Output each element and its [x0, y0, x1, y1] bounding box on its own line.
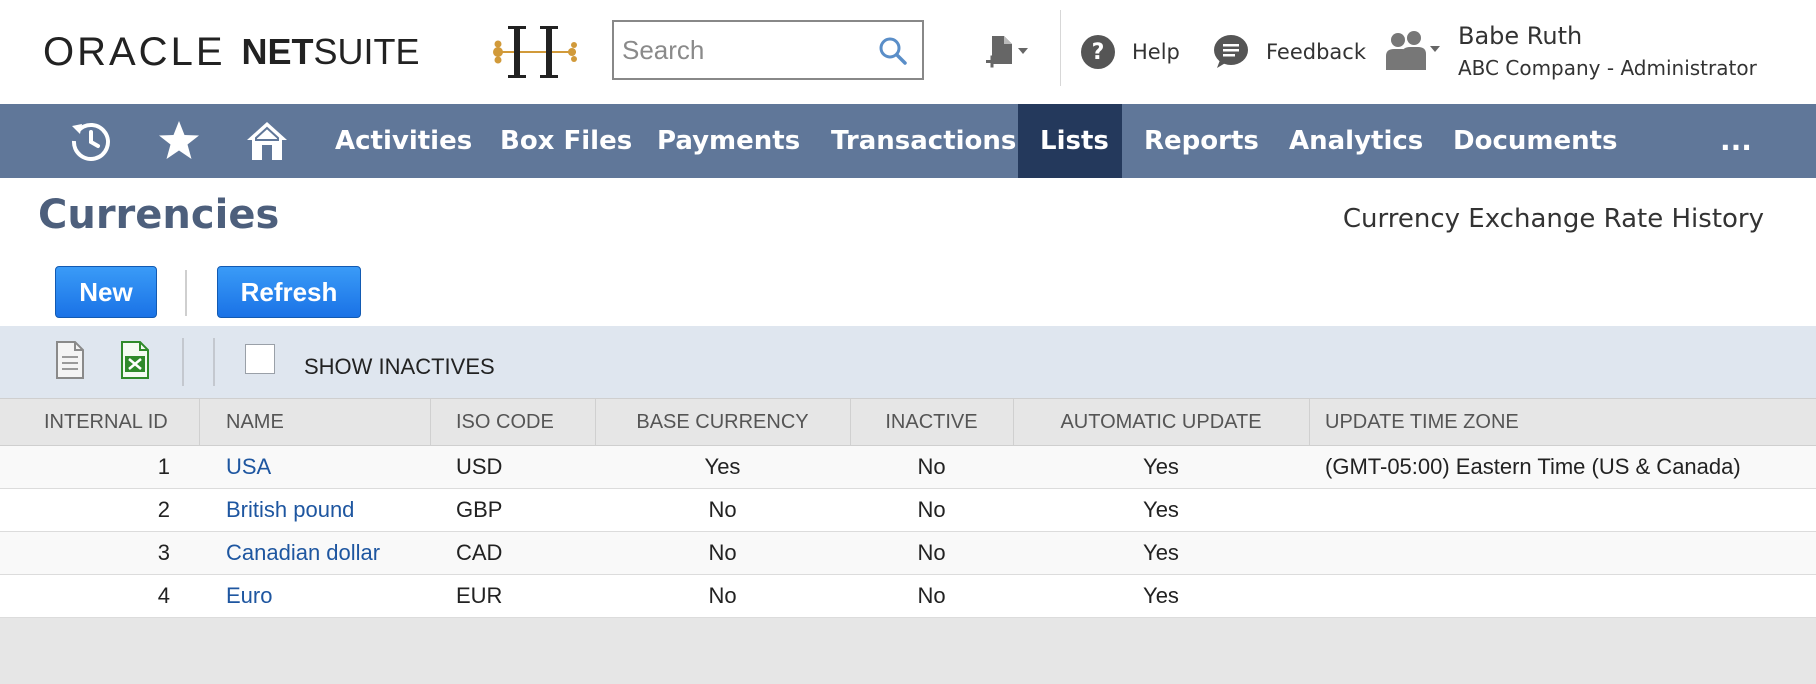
- cell-internal-id: 1: [157, 454, 170, 479]
- header-divider: [1060, 10, 1061, 86]
- excel-export-icon[interactable]: [118, 340, 152, 380]
- nav-box-files[interactable]: Box Files: [478, 104, 654, 178]
- cell-iso-code: CAD: [456, 540, 503, 565]
- column-header-inactive[interactable]: INACTIVE: [850, 399, 1013, 445]
- column-header-iso-code[interactable]: ISO CODE: [456, 399, 554, 445]
- currency-name-link[interactable]: Euro: [226, 575, 272, 617]
- cell-internal-id: 2: [157, 497, 170, 522]
- logo-oracle-text: ORACLE: [43, 29, 226, 74]
- cell-update-time-zone: (GMT-05:00) Eastern Time (US & Canada): [1325, 454, 1741, 479]
- list-toolbar: SHOW INACTIVES: [0, 326, 1816, 398]
- svg-text:?: ?: [1092, 40, 1105, 65]
- search-icon[interactable]: [878, 36, 908, 66]
- table-row: 4 Euro EUR No No Yes: [0, 575, 1816, 618]
- column-header-automatic-update[interactable]: AUTOMATIC UPDATE: [1013, 399, 1309, 445]
- nav-documents[interactable]: Documents: [1431, 104, 1640, 178]
- table-row: 3 Canadian dollar CAD No No Yes: [0, 532, 1816, 575]
- shortcuts-star-icon[interactable]: [156, 118, 202, 164]
- help-link[interactable]: ? Help: [1080, 32, 1180, 72]
- currency-name-link[interactable]: USA: [226, 446, 271, 488]
- nav-reports[interactable]: Reports: [1122, 104, 1281, 178]
- recent-records-icon[interactable]: [68, 118, 114, 164]
- new-record-icon: [986, 36, 1028, 68]
- nav-activities[interactable]: Activities: [313, 104, 494, 178]
- cell-inactive: No: [917, 497, 946, 522]
- cell-base-currency: No: [708, 497, 737, 522]
- column-header-name[interactable]: NAME: [226, 399, 284, 445]
- column-header-update-time-zone[interactable]: UPDATE TIME ZONE: [1325, 399, 1519, 445]
- page-header-area: Currencies Currency Exchange Rate Histor…: [0, 178, 1816, 326]
- table-header: INTERNAL ID NAME ISO CODE BASE CURRENCY …: [0, 398, 1816, 446]
- home-icon[interactable]: [244, 118, 290, 164]
- help-icon: ?: [1081, 35, 1115, 69]
- cell-base-currency: No: [708, 583, 737, 608]
- cell-iso-code: GBP: [456, 497, 503, 522]
- currency-exchange-rate-history-link[interactable]: Currency Exchange Rate History: [1343, 204, 1764, 234]
- page-title: Currencies: [38, 192, 280, 238]
- create-new-menu[interactable]: [984, 34, 1034, 74]
- nav-lists[interactable]: Lists: [1018, 104, 1122, 178]
- table-row: 1 USA USD Yes No Yes (GMT-05:00) Eastern…: [0, 446, 1816, 489]
- oracle-netsuite-logo[interactable]: ORACLE NETSUITE: [43, 30, 420, 74]
- nav-payments[interactable]: Payments: [635, 104, 822, 178]
- document-print-icon[interactable]: [53, 340, 87, 380]
- button-divider: [185, 270, 187, 316]
- logo-netsuite-text: NETSUITE: [242, 31, 420, 73]
- column-header-internal-id[interactable]: INTERNAL ID: [44, 399, 168, 445]
- logo-suite-text: SUITE: [313, 31, 420, 72]
- nav-analytics[interactable]: Analytics: [1267, 104, 1445, 178]
- cell-automatic-update: Yes: [1143, 497, 1179, 522]
- cell-internal-id: 4: [157, 583, 170, 608]
- cell-iso-code: EUR: [456, 583, 503, 608]
- toolbar-divider: [182, 338, 184, 386]
- table-row: 2 British pound GBP No No Yes: [0, 489, 1816, 532]
- global-search[interactable]: [612, 20, 924, 80]
- search-input[interactable]: [622, 25, 872, 75]
- cell-iso-code: USD: [456, 454, 503, 479]
- currency-name-link[interactable]: Canadian dollar: [226, 532, 380, 574]
- column-divider: [199, 399, 200, 445]
- nav-more-menu[interactable]: ...: [1720, 104, 1752, 178]
- show-inactives-label[interactable]: SHOW INACTIVES: [304, 354, 495, 380]
- column-header-base-currency[interactable]: BASE CURRENCY: [595, 399, 850, 445]
- new-button[interactable]: New: [55, 266, 157, 318]
- logo-net-text: NET: [241, 31, 314, 72]
- feedback-label: Feedback: [1266, 40, 1367, 64]
- cell-inactive: No: [917, 583, 946, 608]
- show-inactives-checkbox[interactable]: [245, 344, 275, 374]
- currencies-table: INTERNAL ID NAME ISO CODE BASE CURRENCY …: [0, 398, 1816, 618]
- cell-inactive: No: [917, 540, 946, 565]
- refresh-button[interactable]: Refresh: [217, 266, 361, 318]
- cell-base-currency: No: [708, 540, 737, 565]
- cell-internal-id: 3: [157, 540, 170, 565]
- help-label: Help: [1132, 40, 1180, 64]
- company-logo-icon: [493, 26, 577, 78]
- user-role[interactable]: ABC Company - Administrator: [1458, 56, 1757, 80]
- cell-automatic-update: Yes: [1143, 583, 1179, 608]
- cell-automatic-update: Yes: [1143, 454, 1179, 479]
- top-header: ORACLE NETSUITE Search ? Help Feedback B…: [0, 0, 1816, 104]
- feedback-link[interactable]: Feedback: [1212, 32, 1366, 72]
- cell-automatic-update: Yes: [1143, 540, 1179, 565]
- feedback-icon: [1214, 35, 1248, 68]
- column-divider: [1309, 399, 1310, 445]
- toolbar-divider: [213, 338, 215, 386]
- cell-inactive: No: [917, 454, 946, 479]
- cell-base-currency: Yes: [704, 454, 741, 479]
- user-name[interactable]: Babe Ruth: [1458, 22, 1582, 50]
- column-divider: [430, 399, 431, 445]
- nav-transactions[interactable]: Transactions: [809, 104, 1038, 178]
- currency-name-link[interactable]: British pound: [226, 489, 354, 531]
- main-navigation: Activities Box Files Payments Transactio…: [0, 104, 1816, 178]
- user-group-icon[interactable]: [1384, 30, 1444, 74]
